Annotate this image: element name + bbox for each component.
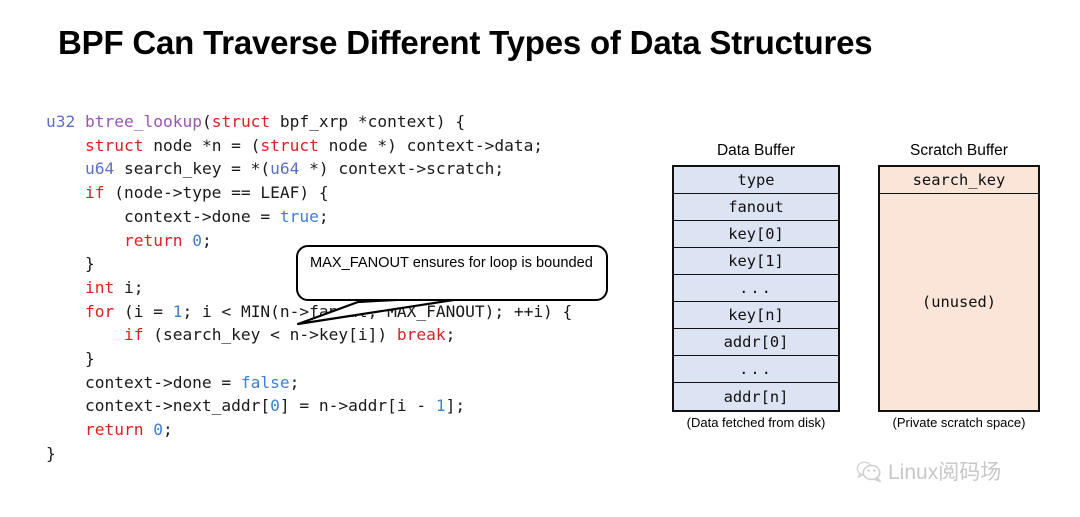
code-token: ; <box>289 372 300 392</box>
code-token: struct <box>211 112 271 131</box>
data-buffer-row: fanout <box>674 194 838 221</box>
scratch-buffer-unused-row: (unused) <box>880 194 1038 410</box>
code-token: true <box>279 206 319 226</box>
callout-text: MAX_FANOUT ensures for loop is bounded <box>310 255 593 271</box>
code-token: return <box>84 420 144 440</box>
data-buffer-table: type fanout key[0] key[1]... key[n] addr[0]..… <box>672 165 840 412</box>
data-buffer-row: ... <box>674 275 838 302</box>
code-token: bpf_xrp *context) { <box>270 112 466 131</box>
code-line: if (search_key < n->key[i]) break; <box>46 323 572 347</box>
code-line: for (i = 1; i < MIN(n->fanout, MAX_FANOU… <box>46 300 572 324</box>
code-token: struct <box>260 135 319 155</box>
code-token: ( <box>201 112 212 131</box>
code-token: return <box>123 230 183 250</box>
code-token: i; <box>114 277 144 297</box>
code-token: ] = n->addr[i - <box>279 396 436 416</box>
code-line: } <box>46 442 572 466</box>
code-token: node *n = ( <box>143 135 261 155</box>
code-token: *) context->scratch; <box>299 159 505 179</box>
data-buffer-diagram: Data Buffer type fanout key[0] key[1]... key… <box>672 142 840 430</box>
callout-bubble: MAX_FANOUT ensures for loop is bounded <box>296 245 608 301</box>
code-line: context->next_addr[0] = n->addr[i - 1]; <box>46 394 572 418</box>
code-token: node *) context->data; <box>318 135 544 155</box>
code-token: if <box>84 183 105 203</box>
wechat-bubble-icon <box>856 461 881 483</box>
code-line: struct node *n = (struct node *) context… <box>46 134 572 158</box>
code-token: false <box>240 372 290 392</box>
code-token: break <box>396 325 446 345</box>
code-token: (node->type == LEAF) { <box>104 183 329 203</box>
code-token: int <box>84 277 115 297</box>
code-token: u32 <box>46 112 76 131</box>
data-buffer-caption: (Data fetched from disk) <box>686 415 826 430</box>
code-token: ; i < MIN(n->fanout, MAX_FANOUT); ++i) { <box>182 301 573 321</box>
code-token: search_key = *( <box>114 159 271 179</box>
code-token: } <box>46 349 95 369</box>
code-token: } <box>46 443 56 463</box>
data-buffer-row: key[n] <box>674 302 838 329</box>
code-token: for <box>84 301 115 321</box>
code-token: 0 <box>270 396 280 416</box>
code-token: ; <box>318 206 329 226</box>
code-token: (search_key < n->key[i]) <box>143 325 397 345</box>
code-token: } <box>46 254 95 274</box>
scratch-buffer-heading: Scratch Buffer <box>910 142 1008 159</box>
code-line: context->done = false; <box>46 371 572 395</box>
code-line: } <box>46 347 572 371</box>
page-title: BPF Can Traverse Different Types of Data… <box>58 24 873 61</box>
code-token: ; <box>201 230 212 250</box>
code-token: u64 <box>270 159 300 179</box>
code-token: 1 <box>435 396 446 416</box>
code-token: 0 <box>153 420 163 440</box>
code-token: u64 <box>84 159 115 179</box>
data-buffer-row: key[0] <box>674 221 838 248</box>
scratch-buffer-table: search_key (unused) <box>878 165 1040 412</box>
scratch-buffer-key-row: search_key <box>880 167 1038 194</box>
code-token: ; <box>162 420 173 440</box>
code-token: (i = <box>114 301 173 321</box>
code-token: context->done = <box>46 206 280 226</box>
code-line: if (node->type == LEAF) { <box>46 181 572 205</box>
code-line: context->done = true; <box>46 205 572 229</box>
code-token: context->done = <box>46 372 241 392</box>
code-line: u32 btree_lookup(struct bpf_xrp *context… <box>46 110 572 134</box>
code-line: return 0; <box>46 418 572 442</box>
scratch-buffer-diagram: Scratch Buffer search_key (unused) (Priv… <box>878 142 1040 430</box>
code-token: 1 <box>172 301 183 321</box>
code-token: struct <box>84 135 144 155</box>
watermark-text: Linux阅码场 <box>888 461 1002 484</box>
code-token: 0 <box>192 230 202 250</box>
scratch-buffer-caption: (Private scratch space) <box>892 415 1026 430</box>
code-token: context->next_addr[ <box>46 396 271 416</box>
code-token: btree_lookup <box>85 112 202 131</box>
code-line: u64 search_key = *(u64 *) context->scrat… <box>46 157 572 181</box>
data-buffer-row: type <box>674 167 838 194</box>
code-token: ]; <box>445 396 466 416</box>
data-buffer-row: ... <box>674 356 838 383</box>
code-token: if <box>123 325 144 345</box>
data-buffer-row: addr[n] <box>674 383 838 410</box>
data-buffer-heading: Data Buffer <box>716 142 796 159</box>
data-buffer-row: key[1] <box>674 248 838 275</box>
watermark: Linux阅码场 <box>856 456 1001 486</box>
data-buffer-row: addr[0] <box>674 329 838 356</box>
code-token: ; <box>445 325 456 345</box>
